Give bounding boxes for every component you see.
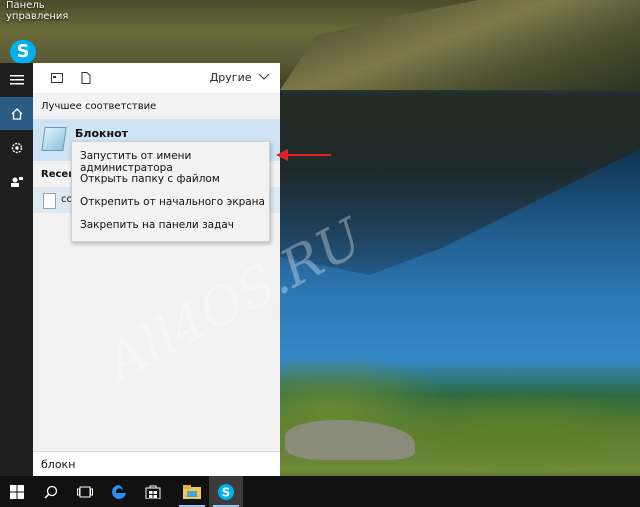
store-icon[interactable]: [136, 476, 170, 507]
menu-item-unpin-from-start[interactable]: Открепить от начального экрана: [80, 196, 265, 208]
best-match-title: Блокнот: [75, 127, 128, 140]
windows-start-icon[interactable]: [0, 476, 34, 507]
search-input[interactable]: блокн: [33, 451, 280, 477]
taskbar: S: [0, 476, 640, 507]
annotation-arrow-line: [287, 154, 331, 156]
home-icon[interactable]: [0, 97, 33, 130]
others-label: Другие: [209, 71, 252, 84]
document-icon: [43, 193, 56, 209]
notepad-icon: [41, 127, 67, 151]
menu-item-open-file-location[interactable]: Открыть папку с файлом: [80, 173, 220, 185]
apps-filter-icon[interactable]: [51, 72, 63, 84]
hamburger-menu-icon[interactable]: [0, 63, 33, 96]
skype-taskbar-icon[interactable]: S: [209, 476, 243, 507]
skype-desktop-icon[interactable]: S: [10, 40, 36, 64]
task-view-icon[interactable]: [68, 476, 102, 507]
edge-icon[interactable]: [102, 476, 136, 507]
file-explorer-icon[interactable]: [175, 476, 209, 507]
desktop-shortcut-label[interactable]: Панель управления: [6, 0, 68, 22]
panel-filter-bar: Другие: [33, 63, 280, 93]
menu-item-pin-to-taskbar[interactable]: Закрепить на панели задач: [80, 219, 234, 231]
menu-item-run-as-admin[interactable]: Запустить от имени администратора: [80, 150, 269, 174]
settings-gear-icon[interactable]: [0, 131, 33, 164]
best-match-heading: Лучшее соответствие: [41, 101, 157, 112]
search-icon[interactable]: [34, 476, 68, 507]
annotation-arrow-head-icon: [276, 149, 288, 161]
context-menu: Запустить от имени администратора Открыт…: [71, 141, 270, 242]
others-dropdown[interactable]: Другие: [210, 71, 270, 84]
documents-filter-icon[interactable]: [80, 72, 92, 84]
feedback-icon[interactable]: [0, 165, 33, 198]
chevron-down-icon: [258, 73, 270, 80]
svg-text:S: S: [222, 485, 231, 499]
start-rail: [0, 63, 33, 476]
search-input-value: блокн: [41, 458, 76, 471]
